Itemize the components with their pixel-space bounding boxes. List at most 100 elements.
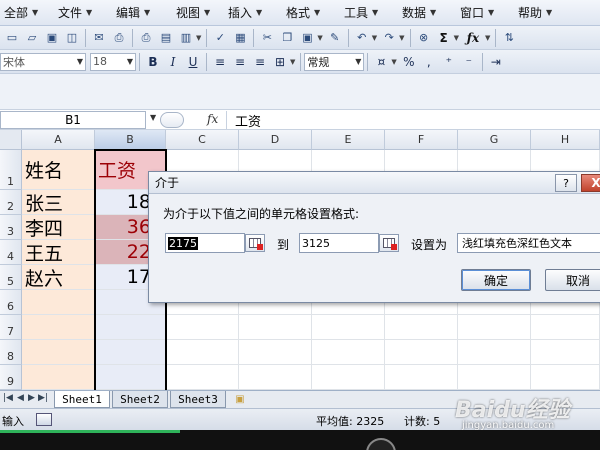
menu-all[interactable]: 全部 ▼ xyxy=(0,2,48,24)
row-header-8[interactable]: 8 xyxy=(0,340,22,365)
format-select[interactable]: 浅红填充色深红色文本 xyxy=(457,233,600,253)
help-button[interactable]: ? xyxy=(555,174,577,192)
menu-view[interactable]: 视图 ▼ xyxy=(164,2,220,24)
chevron-down-icon[interactable]: ▼ xyxy=(290,58,295,66)
bold-button[interactable]: B xyxy=(144,53,162,71)
sort-ascending-icon[interactable]: ⇅ xyxy=(500,29,518,47)
row-header-9[interactable]: 9 xyxy=(0,365,22,390)
cell-c8[interactable] xyxy=(166,340,239,365)
cell-g7[interactable] xyxy=(458,315,531,340)
cell-a9[interactable] xyxy=(22,365,95,390)
cell-g8[interactable] xyxy=(458,340,531,365)
ok-button[interactable]: 确定 xyxy=(461,269,531,291)
next-sheet-icon[interactable]: ▶ xyxy=(28,393,35,403)
cell-d9[interactable] xyxy=(239,365,312,390)
close-button[interactable]: X xyxy=(581,174,600,192)
first-sheet-icon[interactable]: |◀ xyxy=(3,393,13,403)
font-name-select[interactable]: 宋体 ▼ xyxy=(0,52,86,71)
min-value-input[interactable]: 2175 xyxy=(165,233,245,253)
menu-format[interactable]: 格式 ▼ xyxy=(276,2,334,24)
insert-function-icon[interactable]: fx xyxy=(207,112,218,126)
column-header-g[interactable]: G xyxy=(458,130,531,150)
save-icon[interactable]: ▣ xyxy=(43,29,61,47)
cell-e7[interactable] xyxy=(312,315,385,340)
cell-d8[interactable] xyxy=(239,340,312,365)
currency-icon[interactable]: ¤ xyxy=(372,53,390,71)
max-value-input[interactable]: 3125 xyxy=(299,233,379,253)
cell-e8[interactable] xyxy=(312,340,385,365)
italic-button[interactable]: I xyxy=(164,53,182,71)
cell-c9[interactable] xyxy=(166,365,239,390)
range-select-icon[interactable] xyxy=(379,234,399,252)
column-header-e[interactable]: E xyxy=(312,130,385,150)
merge-center-icon[interactable]: ⊞ xyxy=(271,53,289,71)
chevron-down-icon[interactable]: ▼ xyxy=(372,34,377,42)
menu-help[interactable]: 帮助 ▼ xyxy=(508,2,568,24)
cell-h8[interactable] xyxy=(531,340,600,365)
column-header-b[interactable]: B xyxy=(95,130,166,150)
research-book-icon[interactable]: ▦ xyxy=(231,29,249,47)
autosum-icon[interactable]: Σ xyxy=(435,29,453,47)
column-header-d[interactable]: D xyxy=(239,130,312,150)
cell-h9[interactable] xyxy=(531,365,600,390)
row-header-5[interactable]: 5 xyxy=(0,265,22,290)
menu-tools[interactable]: 工具 ▼ xyxy=(334,2,392,24)
chevron-down-icon[interactable]: ▼ xyxy=(196,34,201,42)
cell-c7[interactable] xyxy=(166,315,239,340)
cell-a2[interactable]: 张三 xyxy=(22,190,95,215)
row-header-1[interactable]: 1 xyxy=(0,150,22,190)
insert-sheet-icon[interactable]: ▣ xyxy=(230,392,250,407)
formula-cancel-icon[interactable] xyxy=(160,112,184,128)
indent-icon[interactable]: ⇥ xyxy=(487,53,505,71)
cell-b7[interactable] xyxy=(95,315,166,340)
formula-input[interactable]: 工资 xyxy=(226,111,600,130)
prev-sheet-icon[interactable]: ◀ xyxy=(17,393,24,403)
video-progress-bar[interactable] xyxy=(0,430,180,433)
align-left-icon[interactable]: ≡ xyxy=(211,53,229,71)
cell-f8[interactable] xyxy=(385,340,458,365)
underline-button[interactable]: U xyxy=(184,53,202,71)
cell-a6[interactable] xyxy=(22,290,95,315)
undo-icon[interactable]: ↶ xyxy=(353,29,371,47)
increase-decimal-icon[interactable]: ⁺ xyxy=(440,53,458,71)
cell-a4[interactable]: 王五 xyxy=(22,240,95,265)
print-preview-icon[interactable]: ⎙ xyxy=(110,29,128,47)
tab-sheet2[interactable]: Sheet2 xyxy=(112,391,168,408)
tab-sheet1[interactable]: Sheet1 xyxy=(54,391,110,408)
hyperlink-icon[interactable]: ⊗ xyxy=(415,29,433,47)
insert-function-icon[interactable]: ƒx xyxy=(462,29,484,47)
cell-a1[interactable]: 姓名 xyxy=(22,150,95,190)
new-icon[interactable]: ▭ xyxy=(3,29,21,47)
cell-b9[interactable] xyxy=(95,365,166,390)
cell-g9[interactable] xyxy=(458,365,531,390)
row-header-6[interactable]: 6 xyxy=(0,290,22,315)
column-header-c[interactable]: C xyxy=(166,130,239,150)
last-sheet-icon[interactable]: ▶| xyxy=(38,393,48,403)
cell-b8[interactable] xyxy=(95,340,166,365)
decrease-decimal-icon[interactable]: ⁻ xyxy=(460,53,478,71)
cell-a3[interactable]: 李四 xyxy=(22,215,95,240)
chevron-down-icon[interactable]: ▼ xyxy=(317,34,322,42)
number-format-select[interactable]: 常规 ▼ xyxy=(304,52,365,71)
paste-icon[interactable]: ▣ xyxy=(298,29,316,47)
name-box[interactable]: B1 xyxy=(0,111,146,129)
chevron-down-icon[interactable]: ▼ xyxy=(399,34,404,42)
row-header-2[interactable]: 2 xyxy=(0,190,22,215)
comma-style-icon[interactable]: , xyxy=(420,53,438,71)
tab-sheet3[interactable]: Sheet3 xyxy=(170,391,226,408)
percent-button[interactable]: % xyxy=(400,53,418,71)
cut-icon[interactable]: ✂ xyxy=(258,29,276,47)
chevron-down-icon[interactable]: ▼ xyxy=(150,113,156,122)
align-center-icon[interactable]: ≡ xyxy=(231,53,249,71)
cell-f7[interactable] xyxy=(385,315,458,340)
menu-file[interactable]: 文件 ▼ xyxy=(48,2,108,24)
copy-icon[interactable]: ❐ xyxy=(278,29,296,47)
cell-a7[interactable] xyxy=(22,315,95,340)
row-header-4[interactable]: 4 xyxy=(0,240,22,265)
column-header-a[interactable]: A xyxy=(22,130,95,150)
open-icon[interactable]: ▱ xyxy=(23,29,41,47)
font-size-select[interactable]: 18 ▼ xyxy=(90,52,136,71)
email-icon[interactable]: ✉ xyxy=(90,29,108,47)
column-header-f[interactable]: F xyxy=(385,130,458,150)
chevron-down-icon[interactable]: ▼ xyxy=(454,34,459,42)
